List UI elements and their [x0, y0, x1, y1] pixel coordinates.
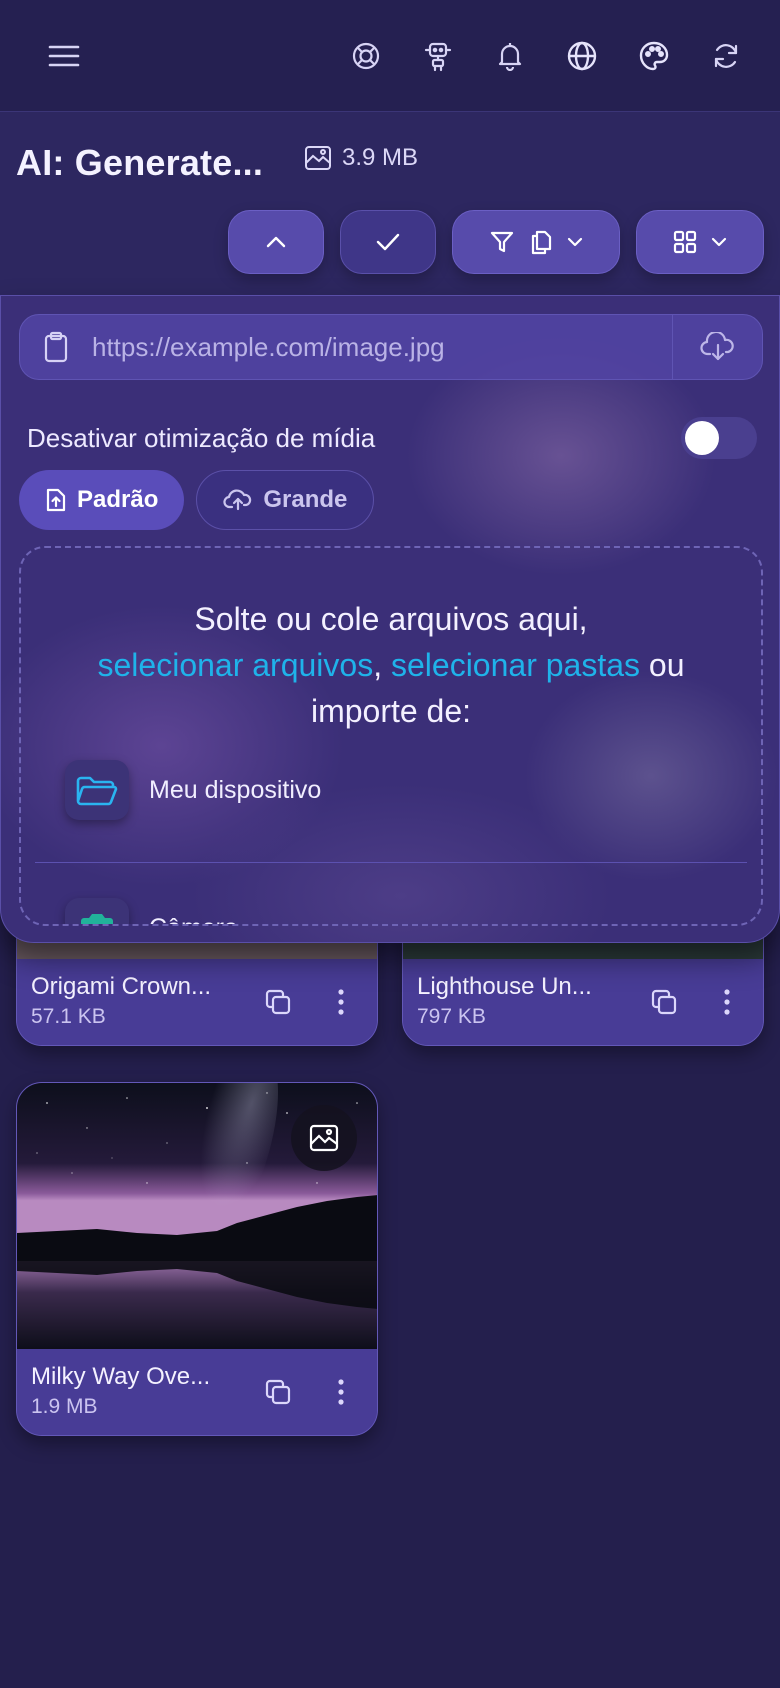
camera-icon — [65, 898, 129, 924]
globe-icon[interactable] — [560, 34, 604, 78]
refresh-icon[interactable] — [704, 34, 748, 78]
mode-large-label: Grande — [263, 486, 348, 513]
image-icon — [304, 145, 332, 171]
drop-line-1: Solte ou cole arquivos aqui, — [194, 601, 588, 637]
cloud-upload-icon — [223, 488, 253, 512]
chevron-up-icon — [265, 235, 287, 249]
copy-files-icon — [529, 229, 553, 255]
toggle-knob — [685, 421, 719, 455]
file-name: Lighthouse Un... — [417, 973, 592, 1000]
cloud-download-icon[interactable] — [672, 315, 762, 379]
check-icon — [375, 232, 401, 252]
palette-icon[interactable] — [632, 34, 676, 78]
image-type-badge — [291, 1105, 357, 1171]
bell-icon[interactable] — [488, 34, 532, 78]
mode-default-button[interactable]: Padrão — [19, 470, 185, 530]
folder-open-icon — [65, 760, 129, 820]
robot-icon[interactable] — [416, 34, 460, 78]
more-options-icon[interactable] — [325, 1373, 357, 1411]
url-input[interactable] — [92, 331, 672, 363]
file-size: 797 KB — [417, 1005, 486, 1028]
file-info: Origami Crown... 57.1 KB — [17, 959, 377, 1045]
mode-default-label: Padrão — [77, 486, 159, 513]
collapse-button[interactable] — [228, 210, 324, 274]
view-mode-dropdown-button[interactable] — [636, 210, 764, 274]
clipboard-icon[interactable] — [20, 315, 92, 379]
upload-mode-tabs: Padrão Grande — [19, 470, 375, 530]
grid-view-icon — [673, 230, 697, 254]
more-options-icon[interactable] — [711, 983, 743, 1021]
image-icon — [309, 1124, 339, 1152]
source-camera[interactable]: Câmera — [65, 898, 238, 925]
disable-optimization-label: Desativar otimização de mídia — [27, 422, 376, 453]
total-size-value: 3.9 MB — [342, 144, 419, 171]
help-lifebuoy-icon[interactable] — [344, 34, 388, 78]
url-import-box — [19, 314, 763, 380]
file-size: 57.1 KB — [31, 1005, 106, 1028]
file-upload-icon — [45, 487, 67, 513]
chevron-down-icon — [711, 237, 727, 247]
drop-line-3: importe de: — [310, 693, 472, 729]
more-options-icon[interactable] — [325, 983, 357, 1021]
or-text: ou — [648, 647, 685, 683]
source-camera-label: Câmera — [149, 914, 238, 925]
title-bar: AI: Generate... 3.9 MB — [0, 112, 780, 295]
drop-zone[interactable]: Solte ou cole arquivos aqui, selecionar … — [19, 546, 763, 926]
source-my-device-label: Meu dispositivo — [149, 775, 322, 804]
file-card[interactable]: Milky Way Ove... 1.9 MB — [16, 1082, 378, 1436]
mode-large-button[interactable]: Grande — [196, 470, 375, 530]
divider — [35, 862, 747, 863]
select-all-button[interactable] — [340, 210, 436, 274]
page-title: AI: Generate... — [16, 142, 264, 183]
total-size: 3.9 MB — [304, 144, 418, 172]
filter-icon — [489, 229, 515, 255]
drop-line-2: selecionar arquivos, selecionar pastas o… — [21, 642, 761, 688]
chevron-down-icon — [567, 237, 583, 247]
top-bar — [0, 0, 780, 112]
upload-panel: Desativar otimização de mídia Padrão Gra… — [0, 295, 780, 943]
drop-instructions: Solte ou cole arquivos aqui, selecionar … — [21, 596, 761, 734]
separator-comma: , — [373, 647, 383, 683]
select-folders-link[interactable]: selecionar pastas — [391, 647, 640, 683]
file-info: Milky Way Ove... 1.9 MB — [17, 1349, 377, 1435]
disable-optimization-toggle[interactable] — [681, 417, 757, 459]
optimization-row: Desativar otimização de mídia — [27, 416, 757, 460]
copy-icon[interactable] — [645, 983, 683, 1021]
hamburger-menu-icon[interactable] — [44, 36, 84, 76]
file-name: Milky Way Ove... — [31, 1363, 211, 1390]
file-info: Lighthouse Un... 797 KB — [403, 959, 763, 1045]
copy-icon[interactable] — [259, 1373, 297, 1411]
filter-dropdown-button[interactable] — [452, 210, 620, 274]
copy-icon[interactable] — [259, 983, 297, 1021]
file-name: Origami Crown... — [31, 973, 212, 1000]
source-my-device[interactable]: Meu dispositivo — [65, 760, 321, 820]
select-files-link[interactable]: selecionar arquivos — [98, 647, 374, 683]
file-size: 1.9 MB — [31, 1395, 98, 1418]
